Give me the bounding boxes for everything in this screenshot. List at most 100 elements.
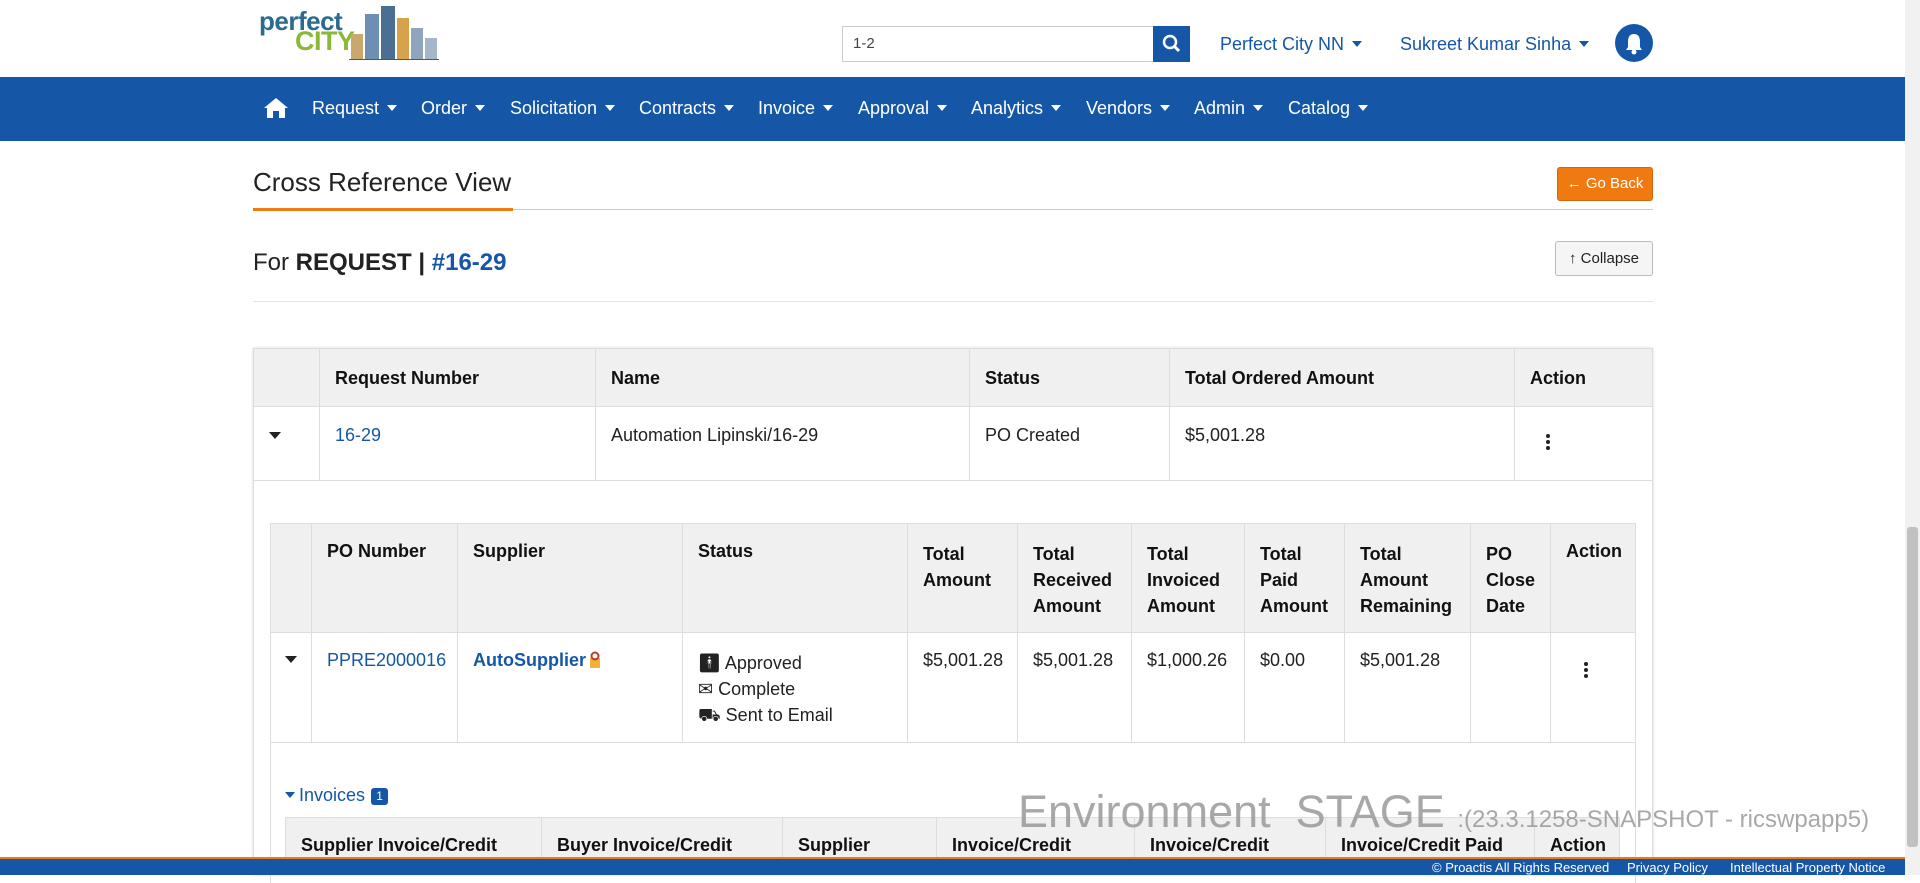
col-divider bbox=[1344, 524, 1345, 742]
row-divider bbox=[271, 742, 1635, 743]
perfect-city-logo[interactable]: perfect CITY bbox=[253, 2, 439, 60]
col-divider bbox=[1017, 524, 1018, 742]
nav-request[interactable]: Request bbox=[312, 98, 398, 119]
col-inv-supplier: Supplier bbox=[798, 835, 871, 855]
nav-approval[interactable]: Approval bbox=[858, 98, 948, 119]
scrollbar-thumb[interactable] bbox=[1907, 527, 1918, 847]
go-back-button[interactable]: ← Go Back bbox=[1557, 167, 1653, 201]
nav-analytics-label: Analytics bbox=[971, 98, 1044, 118]
invoices-toggle[interactable]: Invoices 1 bbox=[285, 785, 389, 806]
footer-privacy-link[interactable]: Privacy Policy bbox=[1627, 860, 1708, 875]
search-input[interactable]: 1-2 bbox=[842, 26, 1190, 62]
chevron-down-icon bbox=[823, 105, 834, 111]
col-divider bbox=[595, 349, 596, 480]
search-icon bbox=[1162, 34, 1181, 53]
section-divider bbox=[253, 301, 1653, 302]
expand-row-toggle[interactable] bbox=[269, 432, 281, 439]
nav-approval-label: Approval bbox=[858, 98, 930, 118]
col-divider bbox=[682, 524, 683, 742]
status-complete-label: Complete bbox=[718, 679, 796, 699]
nav-solicitation[interactable]: Solicitation bbox=[510, 98, 616, 119]
arrow-left-icon: ← bbox=[1566, 175, 1586, 192]
col-divider bbox=[1244, 524, 1245, 742]
status-sent: ⛟ Sent to Email bbox=[698, 702, 833, 728]
po-action-menu-icon[interactable] bbox=[1584, 662, 1588, 680]
nav-order-label: Order bbox=[421, 98, 468, 118]
col-invoice-credit-2: Invoice/Credit bbox=[1150, 835, 1270, 855]
collapse-button[interactable]: ↑ Collapse bbox=[1555, 241, 1653, 276]
for-prefix: For bbox=[253, 249, 289, 276]
col-total-received: Total Received Amount bbox=[1033, 541, 1112, 619]
request-number-link[interactable]: 16-29 bbox=[335, 425, 381, 446]
col-total-remaining: Total Amount Remaining bbox=[1360, 541, 1452, 619]
col-total-invoiced-line1: Total bbox=[1147, 544, 1189, 564]
supplier-name: AutoSupplier bbox=[473, 650, 586, 670]
col-divider bbox=[1550, 524, 1551, 742]
nav-invoice[interactable]: Invoice bbox=[758, 98, 834, 119]
arrow-up-icon: ↑ bbox=[1568, 250, 1577, 267]
col-total-invoiced: Total Invoiced Amount bbox=[1147, 541, 1220, 619]
org-dropdown[interactable]: Perfect City NN bbox=[1220, 34, 1363, 55]
user-dropdown[interactable]: Sukreet Kumar Sinha bbox=[1400, 34, 1590, 55]
truck-icon: ⛟ bbox=[698, 705, 721, 725]
footer-copyright: © Proactis All Rights Reserved bbox=[1432, 860, 1610, 875]
col-total-paid-line3: Amount bbox=[1260, 596, 1328, 616]
expand-po-row-toggle[interactable] bbox=[285, 656, 297, 663]
collapse-label: Collapse bbox=[1580, 250, 1640, 267]
home-icon[interactable] bbox=[263, 97, 289, 119]
row-action-menu-icon[interactable] bbox=[1546, 434, 1550, 452]
environment-detail: :(23.3.1258-SNAPSHOT - ricswpapp5) bbox=[1457, 806, 1870, 833]
po-total-remaining: $5,001.28 bbox=[1360, 650, 1441, 670]
nav-request-label: Request bbox=[312, 98, 380, 118]
nav-order[interactable]: Order bbox=[421, 98, 486, 119]
col-total-paid-line2: Paid bbox=[1260, 570, 1299, 590]
col-po-close-date-line1: PO bbox=[1486, 544, 1513, 564]
nav-catalog[interactable]: Catalog bbox=[1288, 98, 1369, 119]
nav-vendors[interactable]: Vendors bbox=[1086, 98, 1171, 119]
col-po-close-date-line3: Date bbox=[1486, 596, 1526, 616]
col-total-amount: Total Amount bbox=[923, 541, 991, 593]
nav-vendors-label: Vendors bbox=[1086, 98, 1153, 118]
footer-ip-link[interactable]: Intellectual Property Notice bbox=[1730, 860, 1885, 875]
col-invoice-credit-paid: Invoice/Credit Paid bbox=[1341, 835, 1504, 855]
notifications-button[interactable] bbox=[1615, 24, 1653, 62]
for-number-link[interactable]: #16-29 bbox=[432, 249, 507, 276]
col-total-invoiced-line2: Invoiced bbox=[1147, 570, 1221, 590]
chevron-down-icon bbox=[1352, 41, 1363, 47]
status-approved-label: Approved bbox=[724, 653, 802, 673]
bell-icon bbox=[1626, 34, 1642, 55]
chevron-down-icon bbox=[1160, 105, 1171, 111]
po-total-paid: $0.00 bbox=[1260, 650, 1306, 670]
nav-contracts[interactable]: Contracts bbox=[639, 98, 735, 119]
col-supplier-invoice: Supplier Invoice/Credit bbox=[301, 835, 498, 855]
col-divider bbox=[311, 524, 312, 742]
col-total-remaining-line2: Amount bbox=[1360, 570, 1428, 590]
col-divider bbox=[1514, 349, 1515, 480]
invoices-label: Invoices bbox=[299, 785, 366, 805]
title-accent-bar bbox=[253, 208, 513, 211]
nav-solicitation-label: Solicitation bbox=[510, 98, 598, 118]
request-name: Automation Lipinski/16-29 bbox=[611, 425, 819, 445]
search-button[interactable] bbox=[1153, 26, 1190, 62]
col-action: Action bbox=[1530, 368, 1586, 388]
supplier-status-icon bbox=[590, 651, 600, 668]
user-name: Sukreet Kumar Sinha bbox=[1400, 34, 1572, 54]
status-complete: ✉ Complete bbox=[698, 676, 833, 702]
col-supplier: Supplier bbox=[473, 541, 546, 561]
po-total-received: $5,001.28 bbox=[1033, 650, 1114, 670]
nav-analytics[interactable]: Analytics bbox=[971, 98, 1062, 119]
col-total-remaining-line3: Remaining bbox=[1360, 596, 1453, 616]
col-divider bbox=[457, 524, 458, 742]
po-total-invoiced: $1,000.26 bbox=[1147, 650, 1228, 670]
nav-catalog-label: Catalog bbox=[1288, 98, 1351, 118]
col-total-ordered: Total Ordered Amount bbox=[1185, 368, 1374, 388]
col-po-action: Action bbox=[1566, 541, 1622, 561]
col-po-close-date-line2: Close bbox=[1486, 570, 1536, 590]
supplier-link[interactable]: AutoSupplier bbox=[473, 650, 602, 671]
chevron-down-icon bbox=[1579, 41, 1590, 47]
po-number-link[interactable]: PPRE2000016 bbox=[327, 650, 446, 671]
nav-admin[interactable]: Admin bbox=[1194, 98, 1264, 119]
col-divider bbox=[1470, 524, 1471, 742]
col-request-number: Request Number bbox=[335, 368, 480, 388]
col-total-invoiced-line3: Amount bbox=[1147, 596, 1215, 616]
